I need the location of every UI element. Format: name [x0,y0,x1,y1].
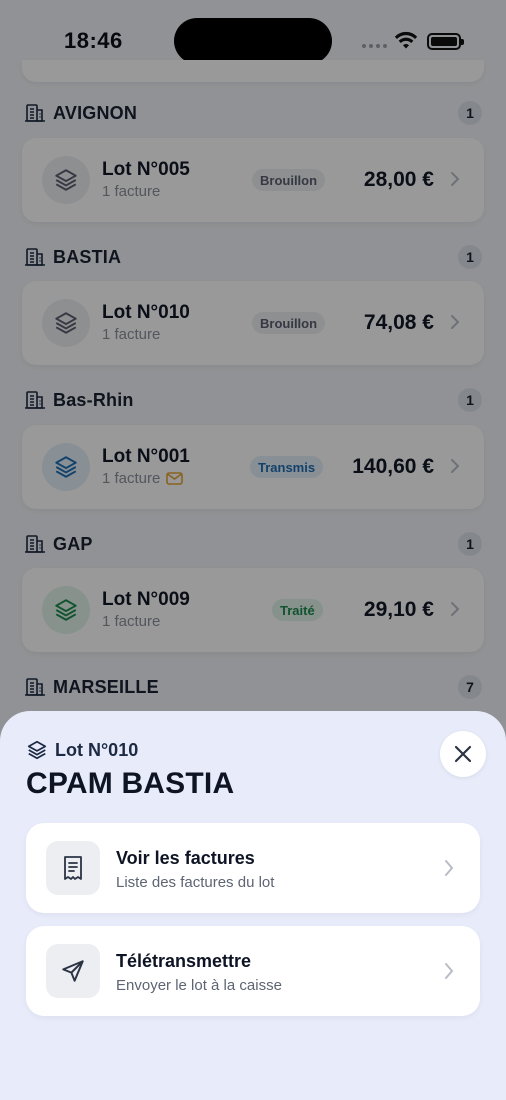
layers-icon [27,740,47,760]
teletransmit-button[interactable]: Télétransmettre Envoyer le lot à la cais… [26,926,480,1016]
action-icon-wrap [46,841,100,895]
chevron-right-icon [445,963,454,979]
sheet-lot-label: Lot N°010 [26,739,138,761]
action-title: Voir les factures [116,848,255,868]
close-button[interactable] [440,731,486,777]
action-subtitle: Envoyer le lot à la caisse [116,977,282,994]
sheet-lot-number: Lot N°010 [55,739,139,760]
action-subtitle: Liste des factures du lot [116,874,275,891]
sheet-title: CPAM BASTIA [26,767,235,800]
view-invoices-button[interactable]: Voir les factures Liste des factures du … [26,823,480,913]
action-icon-wrap [46,944,100,998]
lot-actions-sheet: Lot N°010 CPAM BASTIA Voir les factures … [0,711,506,1100]
close-icon [454,745,472,763]
chevron-right-icon [445,860,454,876]
receipt-icon [64,856,82,880]
action-title: Télétransmettre [116,951,252,971]
send-icon [62,960,84,982]
